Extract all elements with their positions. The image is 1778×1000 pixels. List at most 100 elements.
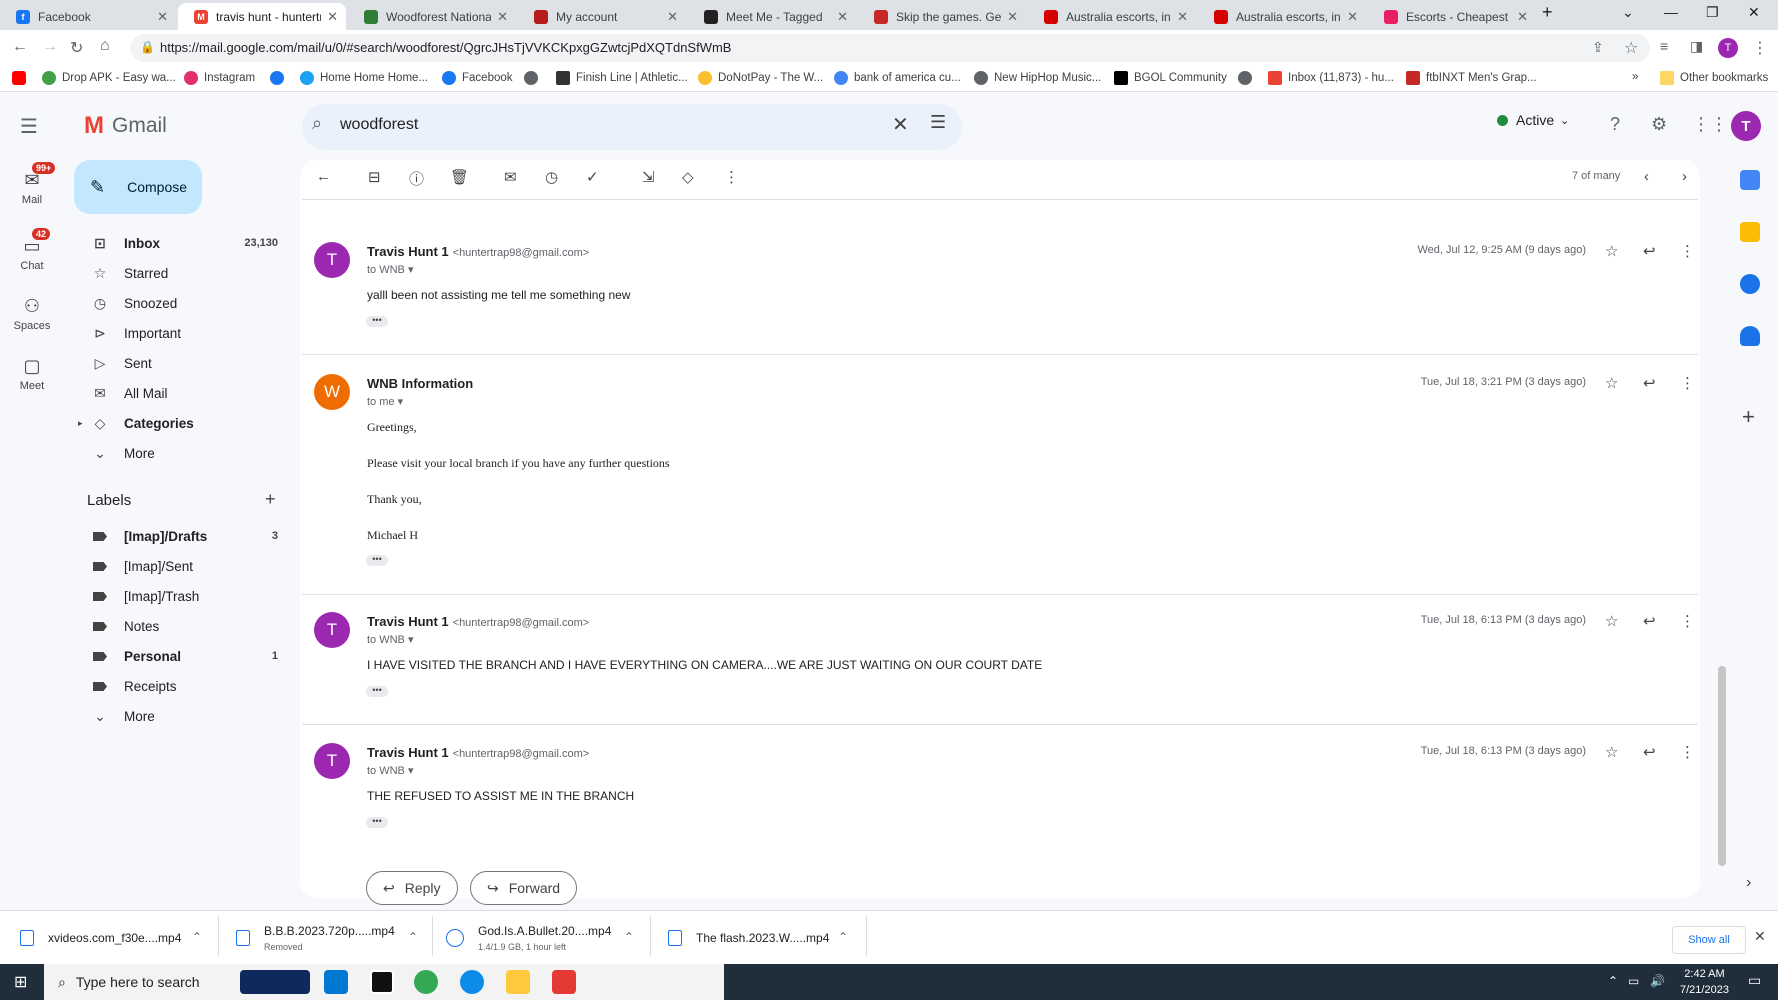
file-explorer-icon[interactable] <box>506 970 530 994</box>
rail-chat[interactable]: ▭ 42 Chat <box>0 228 64 272</box>
chevron-up-icon[interactable]: ⌃ <box>192 930 202 944</box>
show-all-downloads-button[interactable]: Show all <box>1672 926 1746 954</box>
side-panel-icon[interactable]: ◨ <box>1690 38 1703 55</box>
add-label-icon[interactable]: + <box>265 489 276 510</box>
new-tab-button[interactable]: + <box>1542 2 1553 23</box>
add-task-icon[interactable]: ✓ <box>586 168 599 186</box>
youtube-icon[interactable] <box>12 71 32 85</box>
report-spam-icon[interactable]: ⓘ <box>409 168 424 189</box>
move-to-icon[interactable]: ⇲ <box>642 168 655 186</box>
star-icon[interactable]: ☆ <box>1605 374 1618 392</box>
scrollbar-thumb[interactable] <box>1718 666 1726 866</box>
more-vert-icon[interactable]: ⋮ <box>724 168 739 186</box>
volume-icon[interactable]: 🔊 <box>1650 974 1665 988</box>
tab-escorts-3[interactable]: Escorts - Cheapest GF✕ <box>1368 3 1536 30</box>
sender-name[interactable]: Travis Hunt 1 <huntertrap98@gmail.com> <box>367 614 589 629</box>
maximize-button[interactable]: ❐ <box>1706 4 1719 21</box>
chevron-up-icon[interactable]: ⌃ <box>624 930 634 944</box>
more-vert-icon[interactable]: ⋮ <box>1680 242 1695 260</box>
globe-icon[interactable] <box>1238 71 1258 85</box>
sender-name[interactable]: Travis Hunt 1 <huntertrap98@gmail.com> <box>367 745 589 760</box>
tray-arrow-icon[interactable]: ⌃ <box>1608 974 1618 988</box>
tab-escorts-2[interactable]: Australia escorts, indiv✕ <box>1198 3 1366 30</box>
nav-snoozed[interactable]: ◷ Snoozed <box>76 290 286 316</box>
back-icon[interactable]: ← <box>12 38 28 56</box>
reading-list-icon[interactable]: ≡ <box>1660 38 1668 54</box>
label-imap-sent[interactable]: [Imap]/Sent <box>76 553 286 579</box>
close-icon[interactable]: ✕ <box>1347 9 1358 25</box>
sender-name[interactable]: Travis Hunt 1 <huntertrap98@gmail.com> <box>367 244 589 259</box>
forward-icon[interactable]: → <box>42 38 58 56</box>
bookmark-facebook-icon[interactable] <box>270 71 290 85</box>
reply-icon[interactable]: ↩ <box>1643 612 1656 630</box>
tab-search-icon[interactable]: ⌄ <box>1622 4 1634 21</box>
window-close-button[interactable]: ✕ <box>1748 4 1760 21</box>
label-receipts[interactable]: Receipts <box>76 673 286 699</box>
close-icon[interactable]: ✕ <box>1177 9 1188 25</box>
account-avatar[interactable]: T <box>1731 111 1761 141</box>
reload-icon[interactable]: ↻ <box>70 38 83 58</box>
nav-starred[interactable]: ☆ Starred <box>76 260 286 286</box>
tab-escorts-1[interactable]: Australia escorts, indiv✕ <box>1028 3 1196 30</box>
sender-avatar[interactable]: T <box>314 242 350 278</box>
security-app-icon[interactable] <box>370 970 394 994</box>
sender-name[interactable]: WNB Information <box>367 376 473 391</box>
more-bookmarks-icon[interactable]: » <box>1632 71 1638 83</box>
sender-avatar[interactable]: T <box>314 612 350 648</box>
label-icon[interactable]: ◇ <box>682 168 694 186</box>
compose-button[interactable]: ✎ Compose <box>74 160 202 214</box>
more-vert-icon[interactable]: ⋮ <box>1680 743 1695 761</box>
other-bookmarks[interactable]: Other bookmarks <box>1660 71 1768 85</box>
sender-avatar[interactable]: T <box>314 743 350 779</box>
main-menu-icon[interactable]: ☰ <box>20 114 38 139</box>
label-imap-trash[interactable]: [Imap]/Trash <box>76 583 286 609</box>
label-imap-drafts[interactable]: [Imap]/Drafts 3 <box>76 523 286 549</box>
newer-icon[interactable]: ‹ <box>1644 168 1649 185</box>
show-trimmed-icon[interactable]: ••• <box>366 686 388 697</box>
recipient-details[interactable]: to me ▾ <box>367 395 403 408</box>
keep-icon[interactable] <box>1740 222 1760 242</box>
tab-woodforest[interactable]: Woodforest National B✕ <box>348 3 516 30</box>
star-icon[interactable]: ☆ <box>1605 612 1618 630</box>
nav-sent[interactable]: ▷ Sent <box>76 350 286 376</box>
more-vert-icon[interactable]: ⋮ <box>1680 612 1695 630</box>
close-downloads-icon[interactable]: ✕ <box>1754 928 1766 945</box>
bookmark-hiphop[interactable]: New HipHop Music... <box>974 71 1101 85</box>
globe-icon[interactable] <box>524 71 544 85</box>
taskbar-clock[interactable]: 2:42 AM 7/21/2023 <box>1680 966 1729 998</box>
tasks-icon[interactable] <box>1740 274 1760 294</box>
calendar-icon[interactable] <box>1740 170 1760 190</box>
download-item[interactable]: The flash.2023.W.....mp4 <box>668 918 829 958</box>
mail-app-icon[interactable] <box>324 970 348 994</box>
rail-meet[interactable]: ▢ Meet <box>0 356 64 392</box>
status-selector[interactable]: Active ⌄ <box>1497 112 1569 128</box>
reply-button[interactable]: ↩ Reply <box>366 871 458 905</box>
close-icon[interactable]: ✕ <box>1517 9 1528 25</box>
add-addon-icon[interactable]: + <box>1742 404 1755 430</box>
nav-important[interactable]: ⊳ Important <box>76 320 286 346</box>
notification-icon[interactable]: ▭ <box>1748 972 1761 989</box>
network-icon[interactable]: ▭ <box>1628 974 1639 988</box>
chevron-up-icon[interactable]: ⌃ <box>838 930 848 944</box>
bookmark-facebook[interactable]: Facebook <box>442 71 513 85</box>
chrome-app-icon[interactable] <box>414 970 438 994</box>
reply-icon[interactable]: ↩ <box>1643 743 1656 761</box>
label-notes[interactable]: Notes <box>76 613 286 639</box>
tab-tagged[interactable]: Meet Me - Tagged ✕ <box>688 3 856 30</box>
bookmark-star-icon[interactable]: ☆ <box>1624 38 1638 58</box>
minimize-button[interactable]: — <box>1664 4 1678 20</box>
search-highlight-image[interactable] <box>240 970 310 994</box>
close-icon[interactable]: ✕ <box>667 9 678 25</box>
bookmark-inbox[interactable]: Inbox (11,873) - hu... <box>1268 71 1394 85</box>
forward-button[interactable]: ↪ Forward <box>470 871 578 905</box>
bookmark-finish-line[interactable]: Finish Line | Athletic... <box>556 71 688 85</box>
download-item[interactable]: B.B.B.2023.720p.....mp4 Removed <box>236 918 395 958</box>
rail-mail[interactable]: ✉ 99+ Mail <box>0 162 64 206</box>
help-icon[interactable]: ? <box>1610 114 1620 135</box>
nav-categories[interactable]: ▸ ◇ Categories <box>76 410 286 436</box>
gmail-logo[interactable]: M Gmail <box>84 112 167 140</box>
recipient-details[interactable]: to WNB ▾ <box>367 263 414 276</box>
search-options-icon[interactable]: ☰ <box>930 112 946 133</box>
nav-all-mail[interactable]: ✉ All Mail <box>76 380 286 406</box>
download-item[interactable]: God.Is.A.Bullet.20....mp4 1.4/1.9 GB, 1 h… <box>446 918 611 958</box>
